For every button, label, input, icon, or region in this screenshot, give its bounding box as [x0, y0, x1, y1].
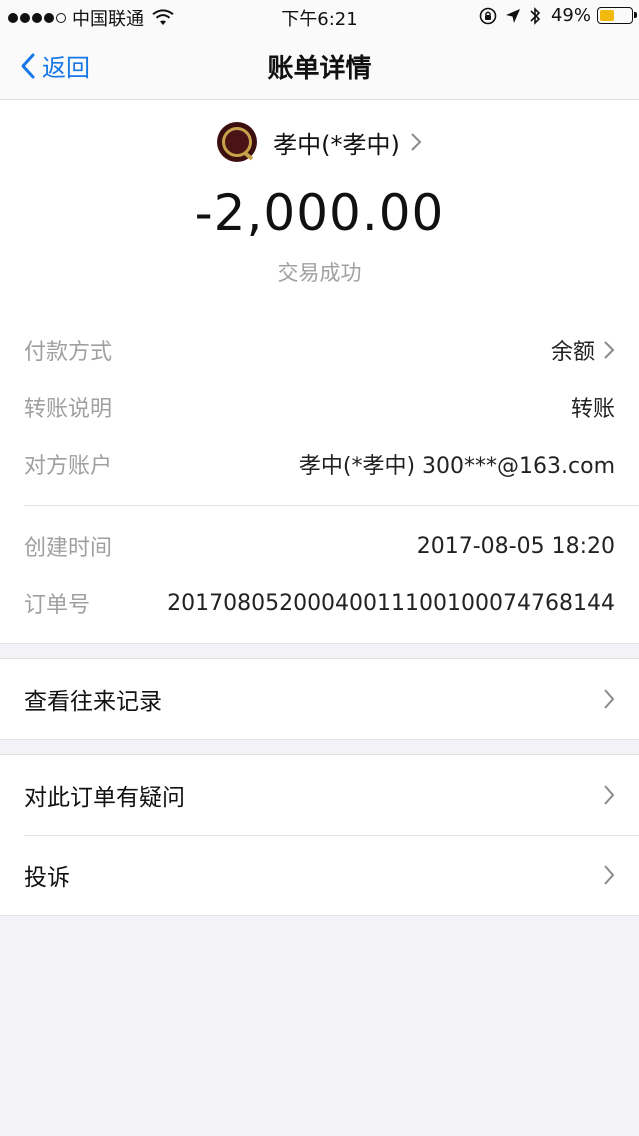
q-logo-icon: [222, 127, 253, 157]
view-history-button[interactable]: 查看往来记录: [0, 659, 639, 739]
order-question-button[interactable]: 对此订单有疑问: [0, 755, 639, 835]
detail-row-transfer-note: 转账说明 转账: [24, 387, 615, 427]
page-title: 账单详情: [267, 54, 372, 84]
detail-value: 孝中(*孝中) 300***@163.com: [298, 454, 615, 479]
bluetooth-icon: [530, 6, 541, 25]
battery-icon: [597, 7, 637, 24]
menu-label: 查看往来记录: [24, 689, 162, 715]
avatar: [217, 122, 258, 162]
location-icon: [505, 8, 520, 23]
detail-value: 2017-08-05 18:20: [416, 533, 615, 559]
detail-label: 订单号: [24, 593, 91, 618]
chevron-right-icon: [604, 865, 615, 885]
detail-row-created-time: 创建时间 2017-08-05 18:20: [24, 526, 615, 566]
battery-percent: 49%: [550, 5, 591, 26]
divider: [24, 505, 639, 506]
transaction-status: 交易成功: [277, 261, 362, 285]
complaint-button[interactable]: 投诉: [0, 835, 639, 915]
chevron-right-icon: [604, 341, 615, 359]
bill-detail-card: 孝中(*孝中) -2,000.00 交易成功 付款方式 余额 转账说明 转账 对…: [0, 100, 639, 644]
bill-detail-screen: 中国联通 下午6:21 49% 返回 账单详情 孝中(*孝中) -2,000.0…: [0, 0, 639, 1136]
detail-label: 创建时间: [24, 536, 113, 561]
chevron-right-icon: [604, 689, 615, 709]
detail-value-wrap: 余额: [551, 334, 615, 366]
detail-value: 20170805200040011100100074768144: [167, 590, 615, 616]
detail-label: 付款方式: [24, 340, 113, 365]
payee-link[interactable]: 孝中(*孝中): [0, 122, 639, 162]
menu-label: 对此订单有疑问: [24, 785, 185, 811]
menu-group-support: 对此订单有疑问 投诉: [0, 754, 639, 916]
navigation-bar: 返回 账单详情: [0, 32, 639, 100]
menu-label: 投诉: [24, 865, 70, 891]
orientation-lock-icon: [479, 7, 497, 24]
detail-label: 转账说明: [24, 397, 113, 422]
chevron-right-icon: [411, 133, 422, 151]
payee-name: 孝中(*孝中): [273, 130, 400, 159]
detail-row-payment-method[interactable]: 付款方式 余额: [24, 330, 615, 370]
detail-value: 余额: [550, 340, 595, 365]
status-bar: 中国联通 下午6:21 49%: [0, 0, 639, 32]
detail-value: 转账: [570, 397, 615, 422]
transaction-amount: -2,000.00: [194, 184, 445, 242]
menu-group-history: 查看往来记录: [0, 658, 639, 740]
chevron-right-icon: [604, 785, 615, 805]
detail-label: 对方账户: [24, 454, 113, 479]
status-right: 49%: [471, 5, 637, 26]
detail-row-order-number: 订单号 20170805200040011100100074768144: [24, 583, 615, 623]
battery-level-fill: [600, 10, 614, 21]
detail-row-counterparty: 对方账户 孝中(*孝中) 300***@163.com: [24, 444, 615, 484]
